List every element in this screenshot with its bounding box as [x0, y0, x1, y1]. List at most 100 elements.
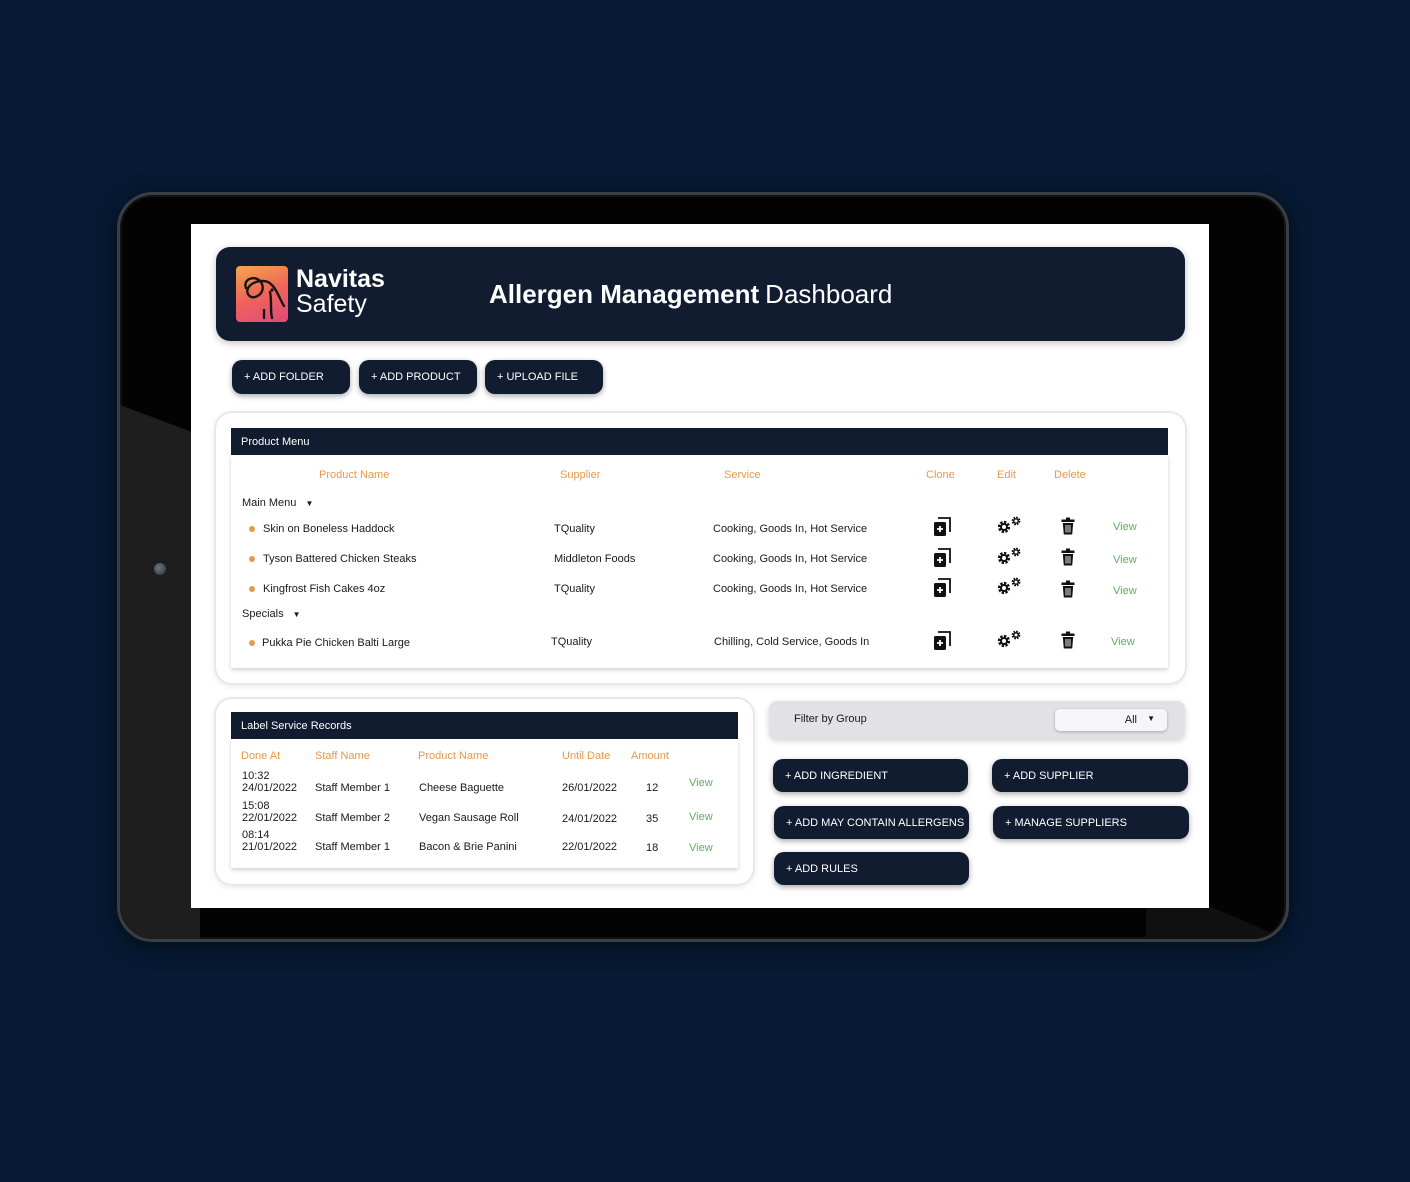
col-product-name: Product Name: [418, 750, 489, 762]
brand-line-1: Navitas: [296, 265, 385, 293]
view-link[interactable]: View: [1113, 521, 1137, 533]
group-name: Specials: [242, 608, 284, 620]
staff-name: Staff Member 1: [315, 841, 390, 853]
done-at-date: 22/01/2022: [242, 812, 298, 824]
col-done-at: Done At: [241, 750, 281, 762]
trash-icon[interactable]: [1061, 631, 1075, 654]
amount: 12: [646, 782, 659, 794]
supplier: TQuality: [554, 523, 595, 535]
brand-line-2: Safety: [296, 290, 367, 318]
label-records-panel: Label Service Records Done At Staff Name…: [216, 699, 753, 884]
col-amount: Amount: [631, 750, 669, 762]
edit-gears-icon[interactable]: [995, 546, 1023, 571]
app-screen: Navitas Safety Allergen Management Dashbo…: [191, 224, 1209, 908]
until-date: 24/01/2022: [562, 813, 618, 825]
service: Cooking, Goods In, Hot Service: [713, 523, 868, 535]
col-until-date: Until Date: [562, 750, 611, 762]
until-date: 22/01/2022: [562, 841, 618, 853]
col-supplier: Supplier: [560, 469, 601, 481]
add-supplier-button[interactable]: + ADD SUPPLIER: [992, 759, 1188, 792]
product-name: Skin on Boneless Haddock: [263, 523, 395, 535]
add-folder-button[interactable]: + ADD FOLDER: [232, 360, 350, 394]
add-product-button[interactable]: + ADD PRODUCT: [359, 360, 477, 394]
elephant-logo-icon: [236, 266, 288, 322]
clone-icon[interactable]: [933, 548, 951, 573]
bullet-icon: [249, 586, 255, 592]
supplier: TQuality: [554, 583, 595, 595]
bullet-icon: [249, 640, 255, 646]
caret-down-icon: ▼: [1147, 714, 1155, 723]
trash-icon[interactable]: [1061, 517, 1075, 540]
col-delete: Delete: [1054, 469, 1086, 481]
col-edit: Edit: [997, 469, 1016, 481]
app-header: Navitas Safety Allergen Management Dashbo…: [216, 247, 1185, 341]
service: Cooking, Goods In, Hot Service: [713, 583, 868, 595]
product-menu-table: Product Name Supplier Service Clone Edit…: [231, 455, 1168, 668]
product-name: Bacon & Brie Panini: [419, 841, 517, 853]
view-link[interactable]: View: [689, 842, 713, 854]
add-ingredient-button[interactable]: + ADD INGREDIENT: [773, 759, 968, 792]
page-title-bold: Allergen Management: [489, 279, 760, 309]
filter-by-group-bar: Filter by Group All ▼: [769, 701, 1185, 739]
supplier: Middleton Foods: [554, 553, 636, 565]
product-name: Tyson Battered Chicken Steaks: [263, 553, 417, 565]
until-date: 26/01/2022: [562, 782, 618, 794]
camera-icon: [154, 563, 166, 575]
view-link[interactable]: View: [1113, 554, 1137, 566]
clone-icon[interactable]: [933, 517, 951, 542]
done-at-time: 10:32: [242, 770, 270, 782]
selected-value: All: [1124, 714, 1137, 726]
trash-icon[interactable]: [1061, 548, 1075, 571]
service: Chilling, Cold Service, Goods In: [714, 636, 870, 648]
edit-gears-icon[interactable]: [995, 515, 1023, 540]
product-menu-panel: Product Menu Product Name Supplier Servi…: [216, 413, 1185, 683]
product-menu-header: Product Menu: [231, 428, 1168, 455]
clone-icon[interactable]: [933, 578, 951, 603]
view-link[interactable]: View: [1113, 585, 1137, 597]
done-at-time: 15:08: [242, 800, 270, 812]
group-toggle-main-menu[interactable]: Main Menu ▼: [242, 497, 313, 509]
bullet-icon: [249, 556, 255, 562]
group-name: Main Menu: [242, 497, 297, 509]
col-product-name: Product Name: [319, 469, 390, 481]
trash-icon[interactable]: [1061, 580, 1075, 603]
product-name: Kingfrost Fish Cakes 4oz: [263, 583, 386, 595]
page-title: Allergen Management Dashboard: [489, 279, 892, 310]
group-filter-select[interactable]: All ▼: [1055, 709, 1167, 731]
product-name: Vegan Sausage Roll: [419, 812, 519, 824]
done-at-date: 24/01/2022: [242, 782, 298, 794]
edit-gears-icon[interactable]: [995, 629, 1023, 654]
amount: 35: [646, 813, 659, 825]
add-rules-button[interactable]: + ADD RULES: [774, 852, 969, 885]
service: Cooking, Goods In, Hot Service: [713, 553, 868, 565]
staff-name: Staff Member 1: [315, 782, 390, 794]
done-at-time: 08:14: [242, 829, 270, 841]
staff-name: Staff Member 2: [315, 812, 390, 824]
brand-name: Navitas Safety: [296, 267, 385, 317]
amount: 18: [646, 842, 659, 854]
caret-down-icon: ▼: [305, 499, 314, 508]
col-clone: Clone: [926, 469, 955, 481]
label-records-table: Done At Staff Name Product Name Until Da…: [231, 739, 738, 868]
upload-file-button[interactable]: + UPLOAD FILE: [485, 360, 603, 394]
col-staff-name: Staff Name: [315, 750, 370, 762]
bezel-reflection: [120, 405, 200, 939]
supplier: TQuality: [551, 636, 592, 648]
product-name: Cheese Baguette: [419, 782, 505, 794]
group-toggle-specials[interactable]: Specials ▼: [242, 608, 301, 620]
edit-gears-icon[interactable]: [995, 576, 1023, 601]
add-may-contain-allergens-button[interactable]: + ADD MAY CONTAIN ALLERGENS: [774, 806, 969, 839]
page-title-light: Dashboard: [765, 279, 893, 309]
done-at-date: 21/01/2022: [242, 841, 298, 853]
col-service: Service: [724, 469, 761, 481]
label-records-header: Label Service Records: [231, 712, 738, 739]
manage-suppliers-button[interactable]: + MANAGE SUPPLIERS: [993, 806, 1189, 839]
caret-down-icon: ▼: [292, 610, 301, 619]
product-name: Pukka Pie Chicken Balti Large: [262, 637, 410, 649]
bullet-icon: [249, 526, 255, 532]
filter-label: Filter by Group: [794, 713, 867, 725]
view-link[interactable]: View: [689, 777, 713, 789]
view-link[interactable]: View: [689, 811, 713, 823]
clone-icon[interactable]: [933, 631, 951, 656]
view-link[interactable]: View: [1111, 636, 1135, 648]
